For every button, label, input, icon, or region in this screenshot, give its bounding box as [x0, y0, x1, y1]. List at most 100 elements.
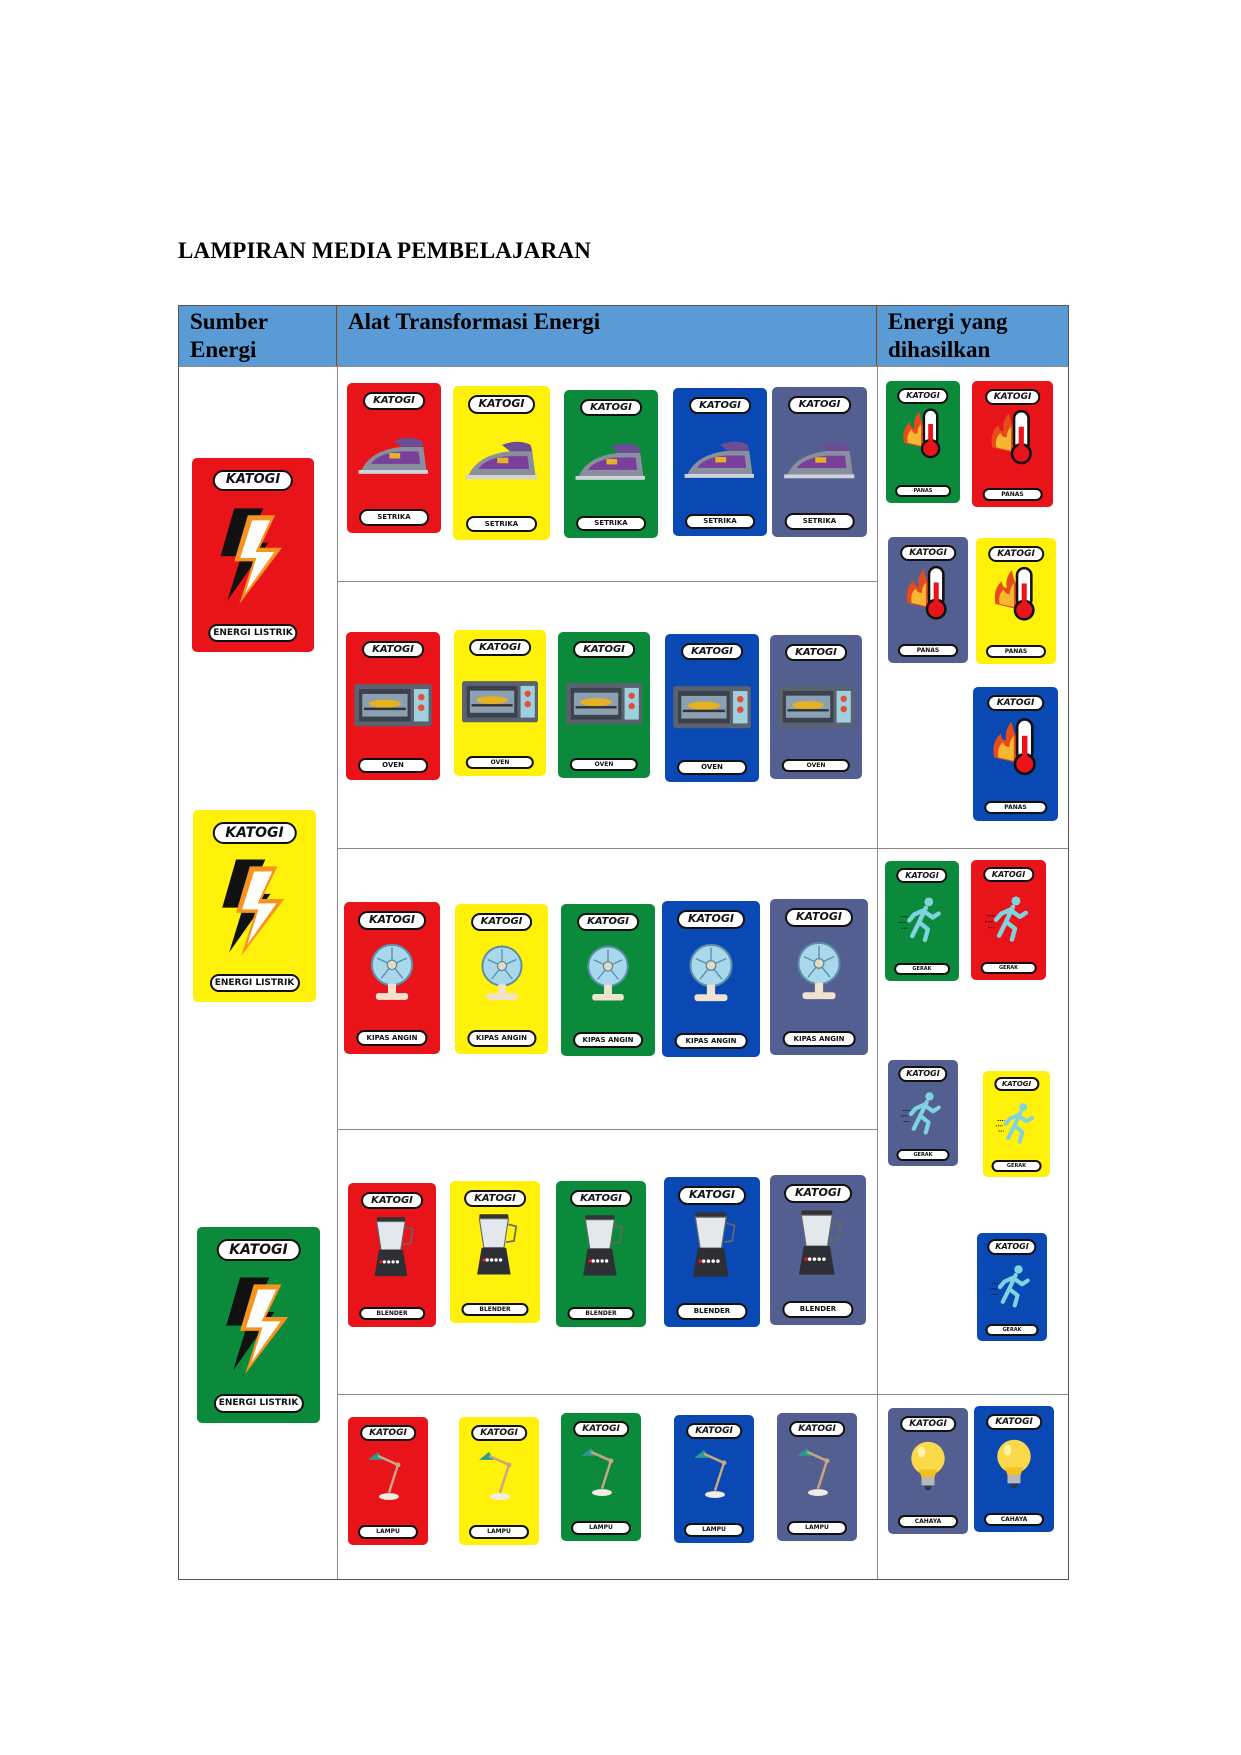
blender-icon: [692, 1212, 736, 1277]
row-divider-1: [337, 581, 877, 582]
card-label: SETRIKA: [685, 514, 755, 529]
katogi-title: KATOGI: [577, 913, 639, 931]
column-divider-1: [337, 306, 338, 1579]
card-label: GERAK: [985, 1323, 1039, 1336]
row-divider-2: [337, 848, 1068, 849]
fan-icon: [480, 945, 523, 1000]
running-person-icon: [995, 1102, 1034, 1144]
lightning-icon: [220, 507, 283, 604]
card-label: ENERGI LISTRIK: [209, 973, 300, 993]
katogi-title: KATOGI: [470, 913, 533, 931]
card-label: LAMPU: [469, 1525, 529, 1539]
card-label: LAMPU: [787, 1521, 847, 1535]
katogi-title: KATOGI: [212, 469, 294, 491]
card-label: OVEN: [358, 758, 428, 773]
header-sumber-line-1: Sumber: [190, 309, 268, 334]
katogi-title: KATOGI: [988, 545, 1044, 562]
katogi-title: KATOGI: [358, 911, 426, 930]
katogi-title: KATOGI: [986, 695, 1045, 712]
thermometer-fire-icon: [990, 410, 1032, 465]
katogi-title: KATOGI: [789, 1420, 845, 1438]
output-card-cahaya: KATOGI CAHAYA: [888, 1408, 968, 1534]
output-card-gerak: KATOGI GERAK: [977, 1233, 1047, 1341]
card-label: CAHAYA: [984, 1512, 1044, 1526]
card-label: BLENDER: [359, 1306, 425, 1320]
device-card-oven: KATOGI OVEN: [665, 634, 759, 782]
katogi-title: KATOGI: [360, 1424, 416, 1442]
blender-icon: [374, 1216, 414, 1276]
running-person-icon: [984, 896, 1028, 942]
blender-icon: [798, 1210, 842, 1275]
katogi-title: KATOGI: [785, 908, 853, 927]
light-bulb-icon: [997, 1439, 1031, 1489]
katogi-title: KATOGI: [984, 388, 1041, 405]
device-card-blender: KATOGI BLENDER: [770, 1175, 866, 1325]
katogi-title: KATOGI: [362, 640, 424, 659]
katogi-title: KATOGI: [787, 396, 852, 414]
card-label: BLENDER: [782, 1301, 854, 1318]
card-label: KIPAS ANGIN: [573, 1032, 643, 1049]
output-card-gerak: KATOGI GERAK: [885, 861, 959, 981]
header-energi-line-2: dihasilkan: [888, 337, 991, 362]
device-card-blender: KATOGI BLENDER: [556, 1181, 646, 1327]
iron-icon: [783, 441, 854, 478]
lightning-icon: [225, 1277, 288, 1374]
header-sumber-energi: Sumber Energi: [179, 306, 337, 366]
card-label: SETRIKA: [784, 513, 855, 530]
katogi-title: KATOGI: [987, 1239, 1037, 1255]
blender-icon: [477, 1214, 518, 1275]
oven-icon: [778, 685, 854, 727]
card-label: LAMPU: [571, 1521, 631, 1535]
light-bulb-icon: [911, 1441, 945, 1491]
device-card-fan: KATOGI KIPAS ANGIN: [662, 901, 760, 1057]
card-label: BLENDER: [461, 1302, 529, 1316]
card-label: KIPAS ANGIN: [674, 1032, 748, 1050]
device-card-lamp: KATOGI LAMPU: [459, 1417, 539, 1545]
katogi-title: KATOGI: [464, 1189, 526, 1208]
card-label: ENERGI LISTRIK: [213, 1394, 304, 1414]
katogi-title: KATOGI: [896, 868, 948, 884]
thermometer-fire-icon: [992, 717, 1036, 775]
katogi-title: KATOGI: [900, 544, 956, 561]
source-card-energi-listrik: KATOGI ENERGI LISTRIK: [197, 1227, 320, 1423]
running-person-icon: [989, 1265, 1030, 1308]
card-label: ENERGI LISTRIK: [208, 623, 298, 643]
output-card-panas: KATOGI PANAS: [888, 537, 968, 663]
iron-icon: [464, 441, 537, 479]
lamp-icon: [581, 1448, 614, 1497]
output-card-panas: KATOGI PANAS: [972, 381, 1053, 507]
katogi-title: KATOGI: [986, 1413, 1042, 1430]
katogi-title: KATOGI: [363, 392, 425, 410]
card-label: LAMPU: [358, 1525, 418, 1539]
card-label: PANAS: [982, 487, 1043, 501]
card-label: SETRIKA: [465, 515, 538, 533]
iron-icon: [575, 443, 645, 480]
iron-icon: [684, 441, 754, 478]
row-divider-3: [337, 1129, 877, 1130]
oven-icon: [673, 686, 751, 729]
katogi-title: KATOGI: [216, 1238, 301, 1261]
header-divider: [179, 366, 1068, 367]
katogi-title: KATOGI: [898, 1066, 948, 1082]
thermometer-fire-icon: [906, 566, 947, 620]
card-label: BLENDER: [676, 1303, 748, 1320]
device-card-oven: KATOGI OVEN: [770, 635, 862, 779]
header-alat-transformasi: Alat Transformasi Energi: [337, 306, 877, 366]
card-label: PANAS: [895, 484, 951, 497]
katogi-title: KATOGI: [573, 640, 635, 659]
katogi-title: KATOGI: [900, 1415, 956, 1432]
output-card-gerak: KATOGI GERAK: [888, 1060, 958, 1166]
fan-icon: [689, 944, 733, 1002]
katogi-title: KATOGI: [570, 1189, 632, 1208]
card-label: LAMPU: [684, 1523, 744, 1537]
device-card-lamp: KATOGI LAMPU: [348, 1417, 428, 1545]
running-person-icon: [900, 1091, 941, 1135]
lamp-icon: [694, 1450, 727, 1499]
katogi-title: KATOGI: [785, 643, 847, 662]
device-card-iron: KATOGI SETRIKA: [453, 386, 550, 540]
iron-icon: [358, 437, 428, 474]
header-energi-line-1: Energi yang: [888, 309, 1008, 334]
katogi-title: KATOGI: [573, 1420, 629, 1438]
fan-icon: [587, 946, 629, 1002]
device-card-lamp: KATOGI LAMPU: [561, 1413, 641, 1541]
